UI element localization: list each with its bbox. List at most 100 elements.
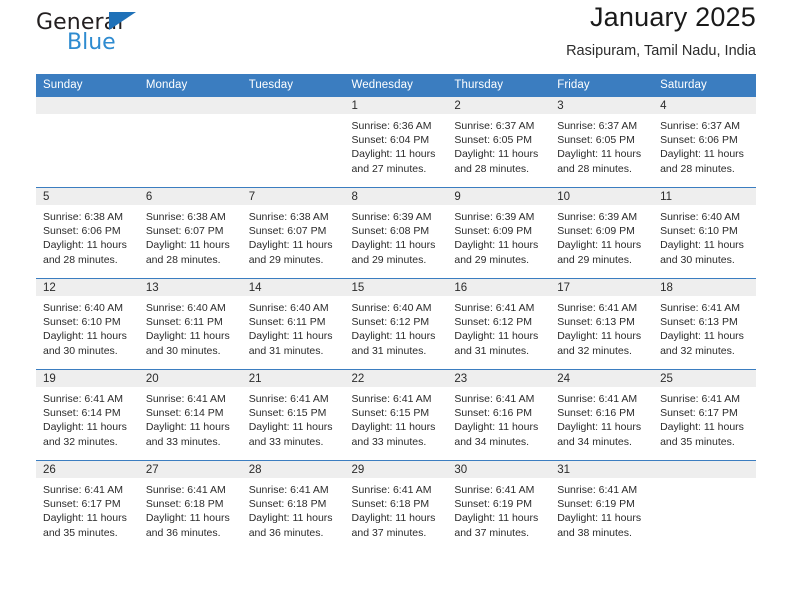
day-cell-content: 27 Sunrise: 6:41 AM Sunset: 6:18 PM Dayligh… [138, 461, 242, 551]
calendar-day-cell[interactable]: 25 Sunrise: 6:41 AM Sunset: 6:17 PM Dayligh… [653, 369, 756, 461]
sunrise-time: Sunrise: 6:40 AM [43, 302, 123, 314]
daylight-duration-line2: and 31 minutes. [351, 344, 427, 357]
calendar-day-cell[interactable]: 5 Sunrise: 6:38 AM Sunset: 6:06 PM Daylight… [36, 187, 139, 279]
title-block: January 2025 Rasipuram, Tamil Nadu, Indi… [566, 0, 756, 62]
day-number: 12 [36, 279, 139, 296]
day-sun-info: Sunrise: 6:41 AM Sunset: 6:19 PM Daylight:… [550, 478, 653, 540]
calendar-day-cell[interactable]: 9 Sunrise: 6:39 AM Sunset: 6:09 PM Daylight… [447, 187, 551, 279]
daylight-duration-line1: Daylight: 11 hours [248, 512, 333, 525]
daylight-duration-line2: and 30 minutes. [145, 344, 221, 357]
day-cell-content: 24 Sunrise: 6:41 AM Sunset: 6:16 PM Dayligh… [550, 370, 654, 460]
sunrise-time: Sunrise: 6:39 AM [557, 211, 638, 223]
sunrise-time: Sunrise: 6:41 AM [248, 393, 329, 405]
sunrise-time: Sunrise: 6:41 AM [454, 393, 535, 405]
sunset-time: Sunset: 6:17 PM [43, 498, 121, 511]
sunset-time: Sunset: 6:13 PM [660, 316, 738, 329]
calendar-day-cell[interactable]: 15 Sunrise: 6:40 AM Sunset: 6:12 PM Dayligh… [344, 278, 448, 370]
daylight-duration-line2: and 30 minutes. [660, 253, 735, 266]
daylight-duration-line1: Daylight: 11 hours [351, 148, 436, 161]
general-blue-logo[interactable]: General Blue [36, 2, 236, 60]
calendar-week-row: 19 Sunrise: 6:41 AM Sunset: 6:14 PM Dayligh… [36, 369, 756, 461]
day-number: 10 [550, 188, 654, 205]
daylight-duration-line1: Daylight: 11 hours [351, 330, 436, 343]
calendar-day-cell[interactable]: 23 Sunrise: 6:41 AM Sunset: 6:16 PM Dayligh… [447, 369, 551, 461]
calendar-day-cell[interactable]: 17 Sunrise: 6:41 AM Sunset: 6:13 PM Dayligh… [550, 278, 654, 370]
daylight-duration-line1: Daylight: 11 hours [145, 421, 230, 434]
day-sun-info: Sunrise: 6:41 AM Sunset: 6:18 PM Daylight:… [139, 478, 242, 540]
daylight-duration-line1: Daylight: 11 hours [248, 239, 333, 252]
day-sun-info: Sunrise: 6:41 AM Sunset: 6:16 PM Daylight:… [447, 387, 550, 449]
calendar-day-cell[interactable]: 31 Sunrise: 6:41 AM Sunset: 6:19 PM Dayligh… [550, 460, 654, 551]
calendar-day-cell[interactable]: 18 Sunrise: 6:41 AM Sunset: 6:13 PM Dayligh… [653, 278, 756, 370]
day-number [653, 461, 756, 478]
calendar-day-cell[interactable]: 1 Sunrise: 6:36 AM Sunset: 6:04 PM Daylight… [344, 96, 448, 188]
sunrise-time: Sunrise: 6:41 AM [557, 484, 638, 496]
weekday-header-row: Sunday Monday Tuesday Wednesday Thursday… [36, 74, 756, 97]
calendar-day-cell[interactable]: 26 Sunrise: 6:41 AM Sunset: 6:17 PM Dayligh… [36, 460, 139, 551]
day-number: 9 [447, 188, 551, 205]
daylight-duration-line1: Daylight: 11 hours [454, 330, 539, 343]
calendar-day-cell[interactable]: 28 Sunrise: 6:41 AM Sunset: 6:18 PM Dayligh… [241, 460, 345, 551]
daylight-duration-line2: and 31 minutes. [248, 344, 324, 357]
day-cell-content: 10 Sunrise: 6:39 AM Sunset: 6:09 PM Dayligh… [550, 188, 654, 278]
day-sun-info: Sunrise: 6:38 AM Sunset: 6:07 PM Daylight:… [139, 205, 242, 267]
calendar-day-cell[interactable]: 22 Sunrise: 6:41 AM Sunset: 6:15 PM Dayligh… [344, 369, 448, 461]
sunset-time: Sunset: 6:06 PM [660, 134, 738, 147]
calendar-day-cell[interactable]: 21 Sunrise: 6:41 AM Sunset: 6:15 PM Dayligh… [241, 369, 345, 461]
sunset-time: Sunset: 6:09 PM [557, 225, 635, 238]
calendar-day-cell[interactable]: 10 Sunrise: 6:39 AM Sunset: 6:09 PM Dayligh… [550, 187, 654, 279]
calendar-day-cell[interactable]: 3 Sunrise: 6:37 AM Sunset: 6:05 PM Daylight… [550, 96, 654, 188]
daylight-duration-line2: and 33 minutes. [145, 435, 221, 448]
calendar-day-cell[interactable]: 30 Sunrise: 6:41 AM Sunset: 6:19 PM Dayligh… [447, 460, 551, 551]
day-cell-content: 3 Sunrise: 6:37 AM Sunset: 6:05 PM Daylight… [550, 97, 654, 187]
sunset-time: Sunset: 6:09 PM [454, 225, 533, 238]
day-cell-content: 17 Sunrise: 6:41 AM Sunset: 6:13 PM Dayligh… [550, 279, 654, 369]
sunset-time: Sunset: 6:14 PM [145, 407, 224, 420]
calendar-day-cell[interactable]: 14 Sunrise: 6:40 AM Sunset: 6:11 PM Dayligh… [241, 278, 345, 370]
calendar-day-cell[interactable]: 12 Sunrise: 6:40 AM Sunset: 6:10 PM Dayligh… [36, 278, 139, 370]
day-number: 27 [138, 461, 242, 478]
calendar-day-cell[interactable]: 7 Sunrise: 6:38 AM Sunset: 6:07 PM Daylight… [241, 187, 345, 279]
calendar-day-cell[interactable]: 16 Sunrise: 6:41 AM Sunset: 6:12 PM Dayligh… [447, 278, 551, 370]
day-number: 6 [138, 188, 242, 205]
day-sun-info: Sunrise: 6:40 AM Sunset: 6:10 PM Daylight:… [36, 296, 139, 358]
day-number: 8 [344, 188, 448, 205]
day-number: 21 [241, 370, 345, 387]
calendar-day-cell[interactable]: 13 Sunrise: 6:40 AM Sunset: 6:11 PM Dayligh… [138, 278, 242, 370]
sunset-time: Sunset: 6:04 PM [351, 134, 430, 147]
calendar-day-cell[interactable]: 29 Sunrise: 6:41 AM Sunset: 6:18 PM Dayligh… [344, 460, 448, 551]
daylight-duration-line2: and 29 minutes. [454, 253, 530, 266]
daylight-duration-line2: and 29 minutes. [248, 253, 324, 266]
calendar-day-cell[interactable]: 11 Sunrise: 6:40 AM Sunset: 6:10 PM Dayligh… [653, 187, 756, 279]
calendar-day-cell[interactable]: 19 Sunrise: 6:41 AM Sunset: 6:14 PM Dayligh… [36, 369, 139, 461]
sunrise-time: Sunrise: 6:41 AM [43, 484, 123, 496]
daylight-duration-line1: Daylight: 11 hours [557, 421, 642, 434]
sunset-time: Sunset: 6:10 PM [43, 316, 121, 329]
sunset-time: Sunset: 6:10 PM [660, 225, 738, 238]
calendar-day-cell[interactable]: 8 Sunrise: 6:39 AM Sunset: 6:08 PM Daylight… [344, 187, 448, 279]
daylight-duration-line2: and 32 minutes. [43, 435, 118, 448]
daylight-duration-line1: Daylight: 11 hours [351, 421, 436, 434]
calendar-day-cell [138, 96, 242, 188]
calendar-day-cell[interactable]: 4 Sunrise: 6:37 AM Sunset: 6:06 PM Daylight… [653, 96, 756, 188]
sunset-time: Sunset: 6:07 PM [145, 225, 224, 238]
day-sun-info: Sunrise: 6:41 AM Sunset: 6:17 PM Daylight:… [36, 478, 139, 540]
sunrise-time: Sunrise: 6:36 AM [351, 120, 432, 132]
sunset-time: Sunset: 6:05 PM [454, 134, 533, 147]
day-cell-content: 2 Sunrise: 6:37 AM Sunset: 6:05 PM Daylight… [447, 97, 551, 187]
daylight-duration-line1: Daylight: 11 hours [145, 512, 230, 525]
day-number: 16 [447, 279, 551, 296]
day-cell-content [138, 97, 242, 187]
calendar-day-cell[interactable]: 27 Sunrise: 6:41 AM Sunset: 6:18 PM Dayligh… [138, 460, 242, 551]
daylight-duration-line2: and 31 minutes. [454, 344, 530, 357]
daylight-duration-line1: Daylight: 11 hours [43, 239, 127, 252]
daylight-duration-line2: and 35 minutes. [660, 435, 735, 448]
sunrise-time: Sunrise: 6:41 AM [454, 302, 535, 314]
calendar-day-cell[interactable]: 2 Sunrise: 6:37 AM Sunset: 6:05 PM Daylight… [447, 96, 551, 188]
calendar-day-cell[interactable]: 20 Sunrise: 6:41 AM Sunset: 6:14 PM Dayligh… [138, 369, 242, 461]
calendar-day-cell[interactable]: 6 Sunrise: 6:38 AM Sunset: 6:07 PM Daylight… [138, 187, 242, 279]
calendar-day-cell[interactable]: 24 Sunrise: 6:41 AM Sunset: 6:16 PM Dayligh… [550, 369, 654, 461]
daylight-duration-line1: Daylight: 11 hours [43, 421, 127, 434]
sunrise-time: Sunrise: 6:41 AM [351, 393, 432, 405]
day-sun-info: Sunrise: 6:37 AM Sunset: 6:06 PM Daylight:… [653, 114, 756, 176]
